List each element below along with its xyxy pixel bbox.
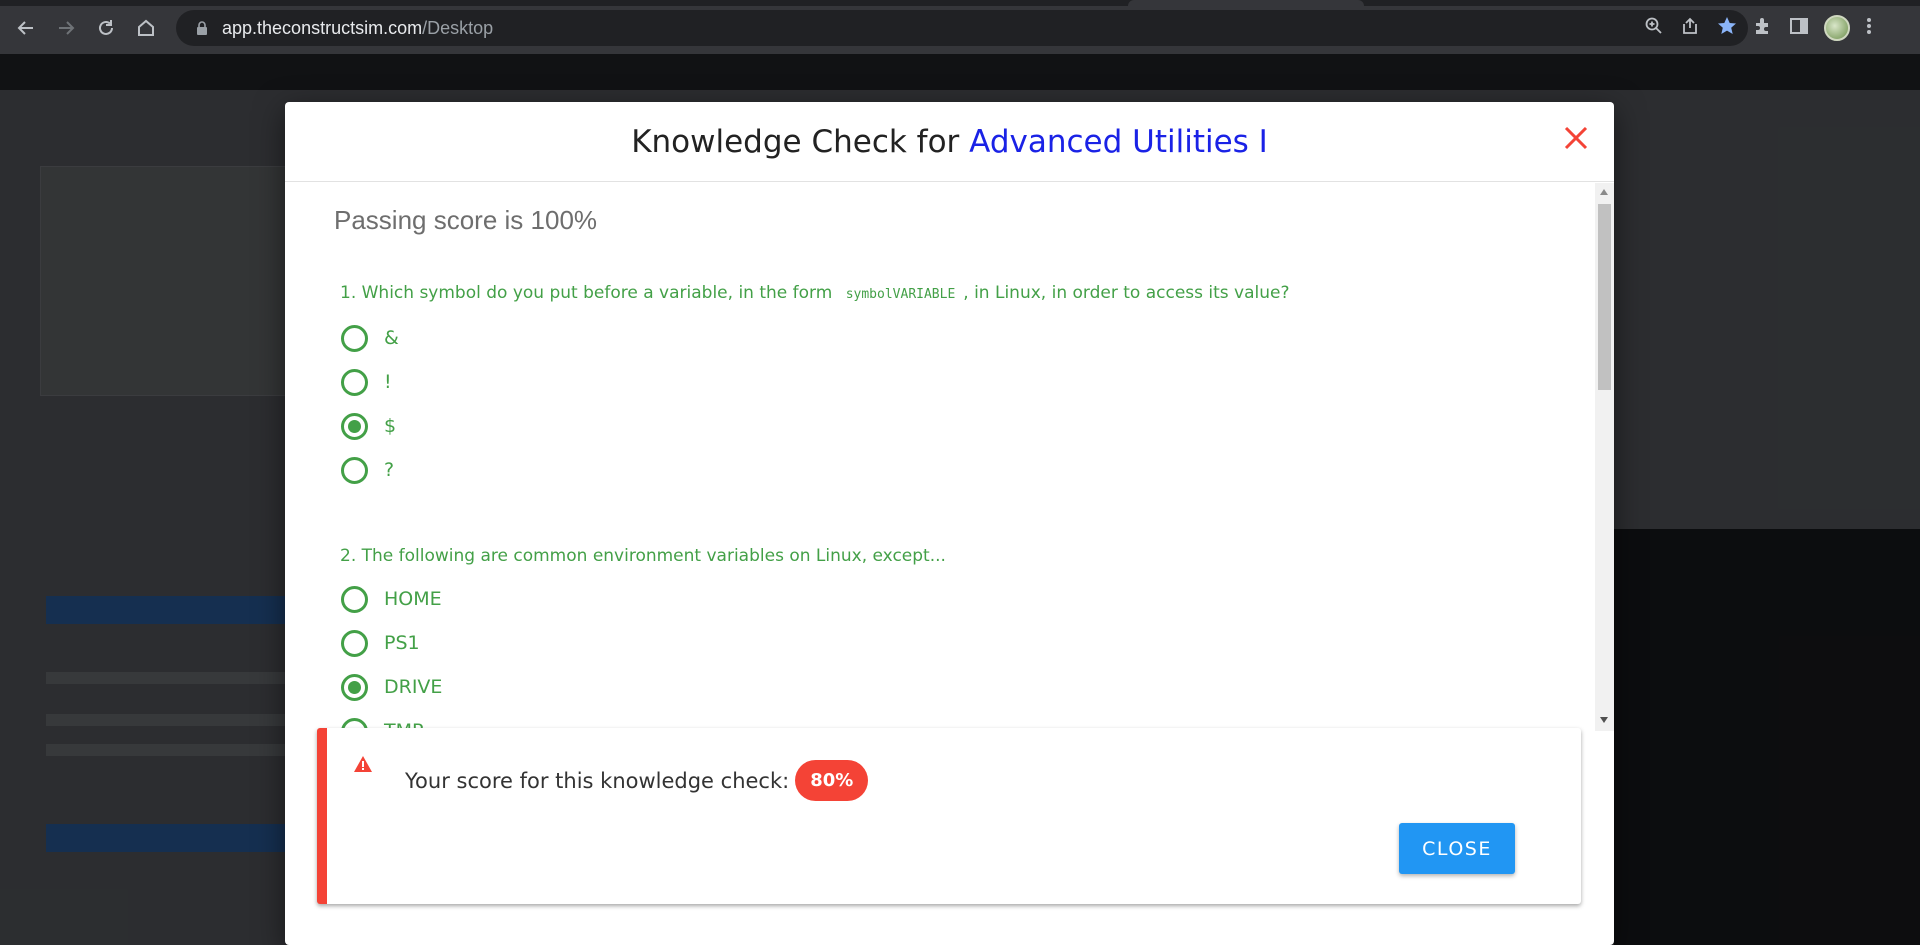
option-label: ! [384,371,392,393]
zoom-icon[interactable] [1644,16,1664,41]
close-button[interactable]: CLOSE [1399,823,1515,874]
scrollbar-thumb[interactable] [1598,204,1611,390]
url-path: /Desktop [422,17,494,38]
option-label: $ [384,415,397,437]
option-label: HOME [384,588,442,610]
reload-icon[interactable] [86,10,126,46]
question-1-text-before: 1. Which symbol do you put before a vari… [340,283,838,303]
radio-selected[interactable] [341,412,368,440]
forward-icon[interactable] [46,10,86,46]
radio-unselected[interactable] [341,324,368,352]
scroll-up-arrow-icon[interactable] [1600,189,1608,195]
option-label: ? [384,459,395,481]
modal-title-accent: Advanced Utilities I [969,123,1268,160]
question-2-option[interactable]: HOME [341,584,442,614]
option-label: DRIVE [384,676,443,698]
option-label: & [384,327,399,349]
modal-title-prefix: Knowledge Check for [631,123,970,160]
question-1-option[interactable]: ? [341,455,394,485]
score-label: Your score for this knowledge check: [405,768,790,793]
extensions-icon[interactable] [1752,15,1774,42]
lock-icon[interactable] [190,16,214,40]
question-2: 2. The following are common environment … [340,546,946,566]
profile-avatar[interactable] [1824,15,1850,41]
modal-header: Knowledge Check for Advanced Utilities I [285,102,1614,182]
question-1-option[interactable]: ! [341,367,392,397]
url-host: app.theconstructsim.com [222,17,423,38]
url-text[interactable]: app.theconstructsim.com/Desktop [222,18,493,39]
question-1-code: symbolVARIABLE [845,287,956,302]
option-label: PS1 [384,632,420,654]
warning-icon [353,755,373,778]
modal-title: Knowledge Check for Advanced Utilities I [631,124,1268,160]
modal-scrollbar[interactable] [1595,183,1614,731]
radio-unselected[interactable] [341,585,368,613]
modal-body[interactable]: Passing score is 100% 1. Which symbol do… [285,183,1614,731]
radio-dot [348,419,361,433]
score-badge: 80% [795,760,869,801]
radio-unselected[interactable] [341,456,368,484]
menu-kebab-icon[interactable] [1864,15,1874,42]
question-2-option-selected[interactable]: DRIVE [341,672,442,702]
radio-dot [348,680,361,694]
question-1-option[interactable]: & [341,323,399,353]
side-panel-icon[interactable] [1788,15,1810,42]
question-2-option[interactable]: PS1 [341,628,420,658]
question-1-text-after: , in Linux, in order to access its value… [963,283,1290,303]
score-result-alert: Your score for this knowledge check: 80%… [317,728,1581,904]
radio-selected[interactable] [341,673,368,701]
browser-toolbar: app.theconstructsim.com/Desktop [0,6,1920,50]
question-1-option-selected[interactable]: $ [341,411,396,441]
score-text: Your score for this knowledge check: 80% [405,760,869,801]
question-1: 1. Which symbol do you put before a vari… [340,283,1290,303]
scroll-down-arrow-icon[interactable] [1600,717,1608,723]
close-icon[interactable] [1556,118,1596,158]
passing-score: Passing score is 100% [334,205,598,235]
radio-unselected[interactable] [341,368,368,396]
radio-unselected[interactable] [341,629,368,657]
back-icon[interactable] [6,10,46,46]
home-icon[interactable] [126,10,166,46]
address-bar[interactable]: app.theconstructsim.com/Desktop [176,10,1748,46]
share-icon[interactable] [1680,16,1700,41]
bookmark-star-icon[interactable] [1716,15,1738,42]
